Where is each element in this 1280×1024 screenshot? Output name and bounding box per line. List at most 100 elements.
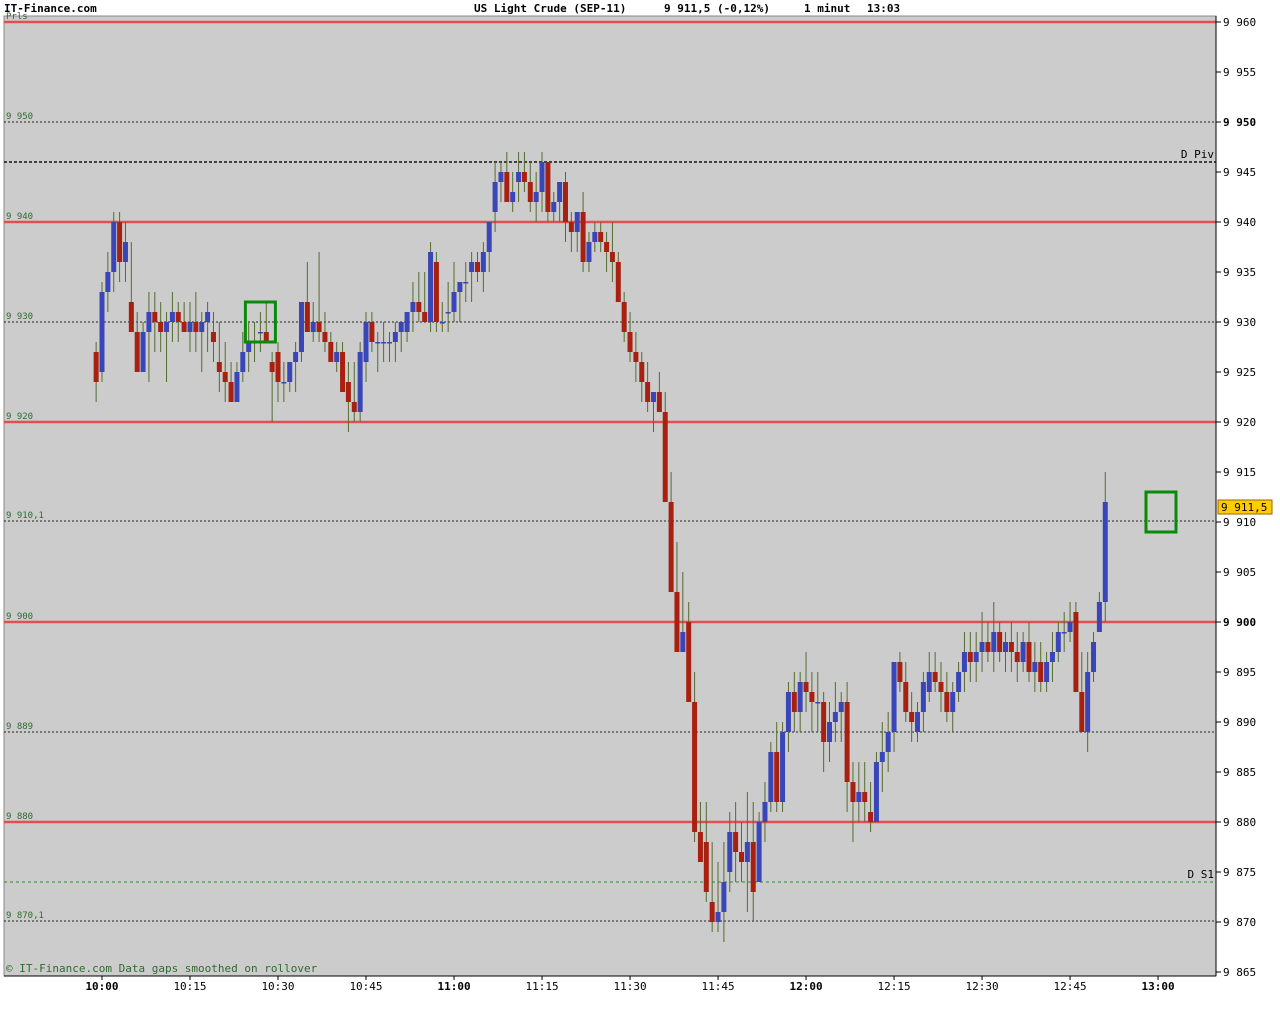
candle-body [1044,662,1050,682]
level-label: 9 870,1 [6,911,44,921]
candle-body [885,732,891,752]
candlestick-chart: Prls 9 950 D Piv 9 940 9 930 9 920 9 910,1 9 90… [3,12,1273,993]
candle-body [175,312,181,322]
level-label: 9 900 [6,612,33,622]
candle-body [721,882,727,912]
candle-body [739,852,745,862]
candle-body [809,692,815,702]
candle-body [991,632,997,652]
candle-body [592,232,598,242]
candle-body [293,352,299,362]
candle-body [275,352,281,382]
candle-body [322,332,328,342]
candle-body [744,842,750,862]
candle-body [967,652,973,662]
candle-body [1091,642,1097,672]
candle-body [334,352,340,362]
y-tick-label: 9 960 [1223,16,1256,29]
candle-body [1038,662,1044,682]
candle-body [439,322,445,324]
candle-body [117,222,123,262]
candle-body [510,192,516,202]
candle-body [193,322,199,332]
candle-body [604,242,610,252]
candle-body [134,332,140,372]
candle-body [668,502,674,592]
candle-body [369,322,375,342]
candle-body [1020,642,1026,662]
y-tick-label: 9 930 [1223,316,1256,329]
candle-body [451,292,457,312]
level-label: 9 920 [6,412,33,422]
candle-body [873,762,879,822]
y-tick-label: 9 870 [1223,916,1256,929]
candle-body [533,192,539,202]
candle-body [99,292,105,372]
candle-body [1102,502,1108,602]
x-tick-label: 13:00 [1141,980,1174,993]
candle-body [838,702,844,712]
candle-body [686,622,692,702]
candle-body [979,642,985,652]
candle-body [727,832,733,872]
candle-body [304,302,310,332]
candle-body [210,332,216,342]
candle-body [181,322,187,332]
y-tick-label: 9 955 [1223,66,1256,79]
candle-body [445,312,451,314]
candle-body [404,312,410,332]
x-tick-label: 12:15 [877,980,910,993]
level-label: 9 940 [6,212,33,222]
level-label: 9 910,1 [6,511,44,521]
candle-body [469,262,475,272]
y-tick-label: 9 905 [1223,566,1256,579]
candle-body [803,682,809,692]
x-tick-label: 12:00 [789,980,822,993]
plot-area [3,15,1217,977]
candle-body [891,662,897,732]
candle-body [621,302,627,332]
candle-body [504,172,510,202]
candle-body [862,792,868,802]
y-tick-label: 9 890 [1223,716,1256,729]
candle-body [1073,612,1079,692]
candle-body [551,202,557,212]
candle-body [328,342,334,362]
candle-body [680,632,686,652]
candle-body [527,182,533,202]
x-tick-label: 11:30 [613,980,646,993]
candle-body [1008,642,1014,652]
x-tick-label: 12:30 [965,980,998,993]
candle-body [240,352,246,372]
candle-body [609,252,615,262]
candle-body [1014,652,1020,662]
candle-body [222,372,228,382]
candle-body [703,842,709,892]
candle-body [586,242,592,262]
candle-body [122,242,128,262]
candle-body [152,312,158,322]
candle-body [674,592,680,652]
candle-body [1067,622,1073,632]
y-tick-label: 9 875 [1223,866,1256,879]
candle-body [228,382,234,402]
candle-body [422,312,428,322]
level-label: 9 889 [6,722,33,732]
level-label: 9 950 [6,112,33,122]
y-tick-label: 9 935 [1223,266,1256,279]
candle-body [128,302,134,332]
candle-body [521,172,527,182]
candle-body [780,732,786,802]
x-tick-label: 11:45 [701,980,734,993]
candle-body [463,282,469,284]
x-tick-label: 11:00 [437,980,470,993]
y-tick-label: 9 865 [1223,966,1256,979]
candle-body [287,362,293,382]
y-tick-label: 9 915 [1223,466,1256,479]
candle-body [662,412,668,502]
candle-body [216,362,222,372]
candle-body [733,832,739,852]
level-right-label: D Piv [1181,148,1214,161]
candle-body [199,322,205,332]
candle-body [950,692,956,712]
